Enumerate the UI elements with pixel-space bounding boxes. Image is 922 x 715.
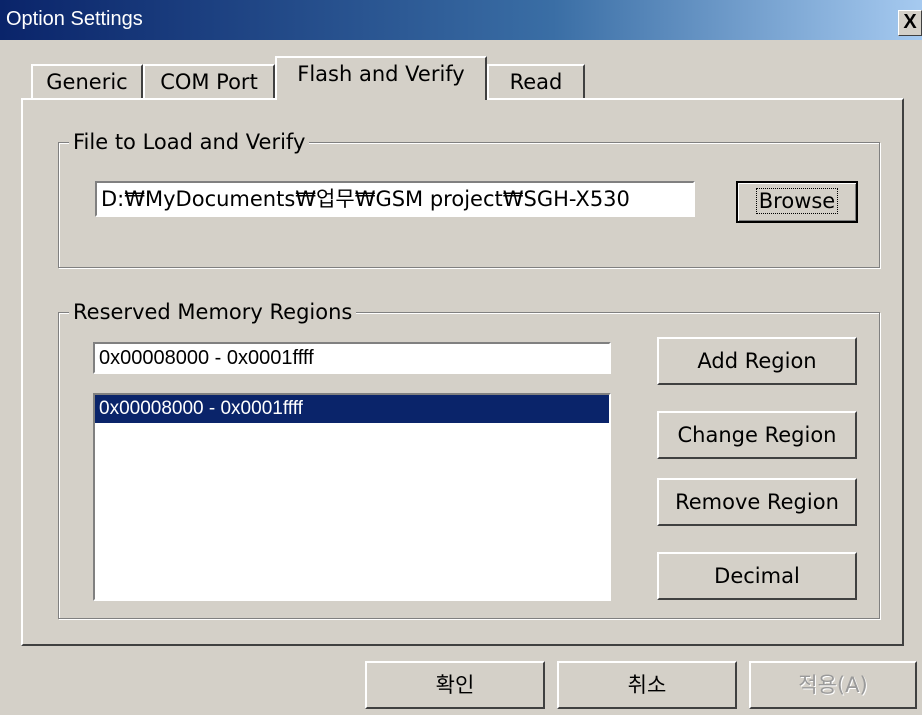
- browse-button[interactable]: Browse: [736, 181, 858, 223]
- browse-button-label: Browse: [755, 188, 839, 214]
- add-region-button[interactable]: Add Region: [657, 337, 857, 385]
- remove-region-button[interactable]: Remove Region: [657, 478, 857, 526]
- ok-button[interactable]: 확인: [365, 661, 545, 709]
- tab-com-port[interactable]: COM Port: [143, 64, 275, 98]
- title-bar: Option Settings: [0, 0, 922, 40]
- window-title: Option Settings: [6, 8, 143, 30]
- tab-flash-and-verify[interactable]: Flash and Verify: [275, 56, 487, 100]
- list-item[interactable]: 0x00008000 - 0x0001ffff: [95, 395, 609, 423]
- file-path-field[interactable]: D:₩MyDocuments₩업무₩GSM project₩SGH-X530: [95, 181, 695, 217]
- cancel-button[interactable]: 취소: [557, 661, 737, 709]
- tab-generic[interactable]: Generic: [31, 64, 143, 98]
- close-icon[interactable]: X: [898, 10, 922, 36]
- tab-label: Read: [509, 70, 563, 94]
- region-input[interactable]: 0x00008000 - 0x0001ffff: [93, 342, 611, 374]
- tab-label: COM Port: [160, 70, 258, 94]
- region-list[interactable]: 0x00008000 - 0x0001ffff: [93, 393, 611, 601]
- apply-button[interactable]: 적용(A): [749, 661, 917, 709]
- tab-read[interactable]: Read: [487, 64, 585, 98]
- group-legend: File to Load and Verify: [69, 129, 310, 155]
- change-region-button[interactable]: Change Region: [657, 411, 857, 459]
- group-legend: Reserved Memory Regions: [69, 299, 357, 325]
- tab-label: Generic: [46, 70, 128, 94]
- tab-label: Flash and Verify: [297, 62, 465, 86]
- decimal-button[interactable]: Decimal: [657, 552, 857, 600]
